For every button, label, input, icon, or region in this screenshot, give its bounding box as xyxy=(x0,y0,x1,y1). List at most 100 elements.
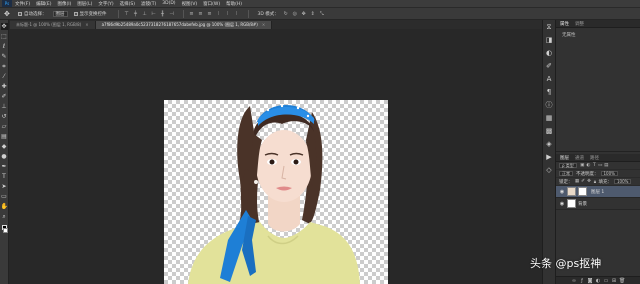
brush-panel-icon[interactable]: ✐ xyxy=(545,62,554,71)
menu-file[interactable]: 文件(F) xyxy=(15,1,30,7)
quick-select-tool-icon[interactable]: ✎ xyxy=(1,53,8,60)
move-tool-icon[interactable]: ✥ xyxy=(4,10,12,18)
lasso-tool-icon[interactable]: ℓ xyxy=(1,43,8,50)
menu-type[interactable]: 文字(Y) xyxy=(98,1,113,7)
align-hcenter-icon[interactable]: ╫ xyxy=(160,11,166,17)
color-panel-icon[interactable]: ▦ xyxy=(545,114,554,123)
3d-pan-icon[interactable]: ✥ xyxy=(301,11,307,17)
canvas-workspace[interactable] xyxy=(10,29,542,284)
auto-select-checkbox[interactable] xyxy=(18,11,22,16)
document-tab-active[interactable]: a7f86d9b25489a0c5237318276187657dabefeb.… xyxy=(95,21,273,29)
distribute-bottom-icon[interactable]: ≡ xyxy=(207,11,213,17)
menu-filter[interactable]: 滤镜(T) xyxy=(141,1,156,7)
align-bottom-icon[interactable]: ⊥ xyxy=(142,11,148,17)
lock-position-icon[interactable]: ✥ xyxy=(587,179,592,184)
document-canvas[interactable] xyxy=(164,100,388,284)
actions-panel-icon[interactable]: ▶ xyxy=(545,153,554,162)
layer-row[interactable]: ◉ 背景 xyxy=(556,198,640,210)
filter-kind-dropdown[interactable]: ρ 类型 xyxy=(559,163,577,168)
auto-select-dropdown[interactable]: 图层 xyxy=(52,10,68,17)
filter-shape-icon[interactable]: ▭ xyxy=(598,163,603,168)
menu-view[interactable]: 视图(V) xyxy=(182,1,198,7)
align-top-icon[interactable]: ⊤ xyxy=(124,11,130,17)
new-group-icon[interactable]: ▭ xyxy=(603,278,609,284)
tab-layers[interactable]: 图层 xyxy=(560,155,569,161)
filter-type-icon[interactable]: T xyxy=(592,163,597,168)
menu-edit[interactable]: 编辑(E) xyxy=(36,1,51,7)
menu-select[interactable]: 选择(S) xyxy=(120,1,135,7)
3d-rotate-icon[interactable]: ↻ xyxy=(283,11,289,17)
link-layers-icon[interactable]: ∞ xyxy=(571,278,577,284)
filter-adjust-icon[interactable]: ◐ xyxy=(586,163,591,168)
close-icon[interactable]: × xyxy=(262,22,265,27)
opacity-field[interactable]: 100% xyxy=(600,171,618,176)
document-tab[interactable]: 未标题-1 @ 100% (图层 1, RGB/8) × xyxy=(10,21,96,29)
tab-properties[interactable]: 属性 xyxy=(560,21,569,27)
eraser-tool-icon[interactable]: ▱ xyxy=(1,123,8,130)
move-tool-icon[interactable]: ✥ xyxy=(0,23,8,30)
tab-adjustments[interactable]: 调整 xyxy=(575,21,584,27)
eye-icon[interactable]: ◉ xyxy=(559,201,565,207)
tab-channels[interactable]: 通道 xyxy=(575,155,584,161)
blur-tool-icon[interactable]: ◆ xyxy=(1,143,8,150)
swatches-panel-icon[interactable]: ▩ xyxy=(545,127,554,136)
blend-mode-dropdown[interactable]: 正常 xyxy=(559,171,573,176)
distribute-right-icon[interactable]: ⦙ xyxy=(234,11,240,17)
type-tool-icon[interactable]: T xyxy=(1,173,8,180)
shape-tool-icon[interactable]: ▭ xyxy=(1,193,8,200)
background-color-swatch[interactable] xyxy=(3,228,8,233)
menu-image[interactable]: 图像(I) xyxy=(57,1,71,7)
show-transform-checkbox[interactable] xyxy=(73,11,78,16)
3d-slide-icon[interactable]: ⇕ xyxy=(310,11,316,17)
distribute-hcenter-icon[interactable]: ⦙ xyxy=(225,11,231,17)
path-select-tool-icon[interactable]: ➤ xyxy=(1,183,8,190)
crop-tool-icon[interactable]: ⌗ xyxy=(1,63,8,70)
fill-field[interactable]: 100% xyxy=(614,179,632,184)
layer-name[interactable]: 图层 1 xyxy=(591,189,604,195)
menu-help[interactable]: 帮助(H) xyxy=(226,1,242,7)
new-layer-icon[interactable]: ⊞ xyxy=(611,278,617,284)
align-right-icon[interactable]: ⊣ xyxy=(169,11,175,17)
distribute-left-icon[interactable]: ⦙ xyxy=(216,11,222,17)
3d-roll-icon[interactable]: ◎ xyxy=(292,11,298,17)
adjustments-panel-icon[interactable]: ◐ xyxy=(545,49,554,58)
info-panel-icon[interactable]: ⓘ xyxy=(545,101,554,110)
dodge-tool-icon[interactable]: ● xyxy=(1,153,8,160)
paragraph-panel-icon[interactable]: ¶ xyxy=(545,88,554,97)
history-brush-tool-icon[interactable]: ↺ xyxy=(1,113,8,120)
align-left-icon[interactable]: ⊢ xyxy=(151,11,157,17)
marquee-tool-icon[interactable]: ⬚ xyxy=(1,33,8,40)
adjustment-layer-icon[interactable]: ◐ xyxy=(595,278,601,284)
pen-tool-icon[interactable]: ✒ xyxy=(1,163,8,170)
menu-layer[interactable]: 图层(L) xyxy=(77,1,92,7)
eyedropper-tool-icon[interactable]: ⁄ xyxy=(1,73,8,80)
tab-paths[interactable]: 路径 xyxy=(590,155,599,161)
brush-tool-icon[interactable]: ✐ xyxy=(1,93,8,100)
hand-tool-icon[interactable]: ✋ xyxy=(1,203,8,210)
healing-tool-icon[interactable]: ✚ xyxy=(1,83,8,90)
layer-style-icon[interactable]: ƒ xyxy=(579,278,585,284)
align-vcenter-icon[interactable]: ╪ xyxy=(133,11,139,17)
character-panel-icon[interactable]: A xyxy=(545,75,554,84)
menu-3d[interactable]: 3D(D) xyxy=(162,1,175,6)
distribute-vcenter-icon[interactable]: ≡ xyxy=(198,11,204,17)
lock-transparent-icon[interactable]: ▦ xyxy=(575,179,580,184)
filter-pixel-icon[interactable]: ▣ xyxy=(580,163,585,168)
add-mask-icon[interactable]: ◙ xyxy=(587,278,593,284)
gradient-tool-icon[interactable]: ▤ xyxy=(1,133,8,140)
3d-scale-icon[interactable]: ⤡ xyxy=(319,11,325,17)
properties-panel-icon[interactable]: ◨ xyxy=(545,36,554,45)
zoom-tool-icon[interactable]: ⌕ xyxy=(1,213,8,220)
filter-smart-icon[interactable]: ▤ xyxy=(604,163,609,168)
layer-mask-thumbnail[interactable] xyxy=(578,187,587,196)
history-panel-icon[interactable]: ⧖ xyxy=(545,23,554,32)
eye-icon[interactable]: ◉ xyxy=(559,189,565,195)
distribute-top-icon[interactable]: ≡ xyxy=(189,11,195,17)
lock-image-icon[interactable]: ✐ xyxy=(581,179,586,184)
menu-window[interactable]: 窗口(W) xyxy=(203,1,220,7)
navigator-panel-icon[interactable]: ◇ xyxy=(545,166,554,175)
stamp-tool-icon[interactable]: ⊥ xyxy=(1,103,8,110)
lock-all-icon[interactable]: 🔒︎ xyxy=(593,179,598,185)
layer-row[interactable]: ◉ 图层 1 xyxy=(556,186,640,198)
delete-layer-icon[interactable]: 🗑︎ xyxy=(619,278,625,284)
